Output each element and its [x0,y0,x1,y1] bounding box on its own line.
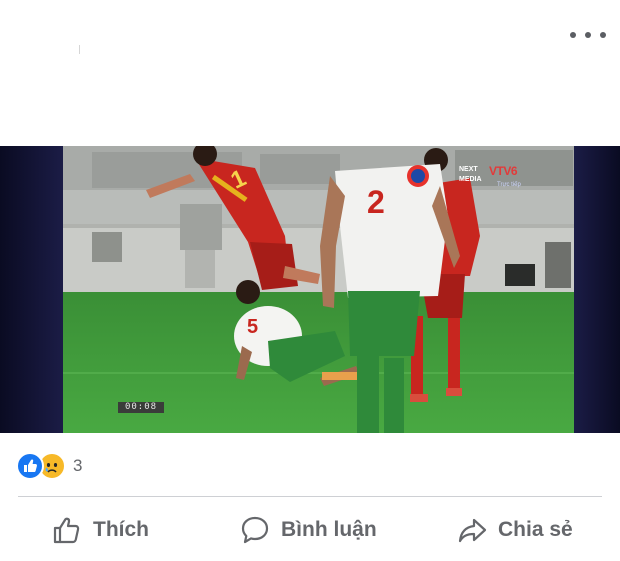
divider [79,45,80,54]
like-label: Thích [93,518,149,541]
post-actions: Thích Bình luận Chia sẻ [0,504,620,556]
broadcaster-status: Trực tiếp [497,182,521,188]
like-button[interactable]: Thích [52,510,149,550]
dot [600,32,606,38]
share-label: Chia sẻ [498,518,573,541]
broadcaster-channel: VTV6 [489,164,518,178]
jersey-number-white: 2 [367,184,385,220]
share-icon [458,518,487,543]
divider [18,496,602,497]
video-timecode: 00:08 [118,402,164,413]
reaction-count: 3 [73,456,83,475]
thumbs-up-icon [53,517,80,544]
more-horizontal-icon [570,32,576,38]
broadcaster-brand: NEXT MEDIA [459,166,482,183]
dot [585,32,591,38]
reaction-summary[interactable]: 3 [16,452,82,480]
video-player[interactable]: 1 2 5 NEXT MEDIA VTV6 Trực tiếp 00:08 [0,146,620,433]
comment-button[interactable]: Bình luận [240,510,377,550]
jersey-number-sliding: 5 [247,316,259,338]
broadcaster-logo: NEXT MEDIA VTV6 Trực tiếp [459,165,539,195]
comment-icon [241,516,269,544]
share-button[interactable]: Chia sẻ [457,510,573,550]
more-options-button[interactable] [570,24,606,46]
comment-label: Bình luận [281,518,377,541]
post-header [0,0,620,146]
like-icon [16,452,44,480]
